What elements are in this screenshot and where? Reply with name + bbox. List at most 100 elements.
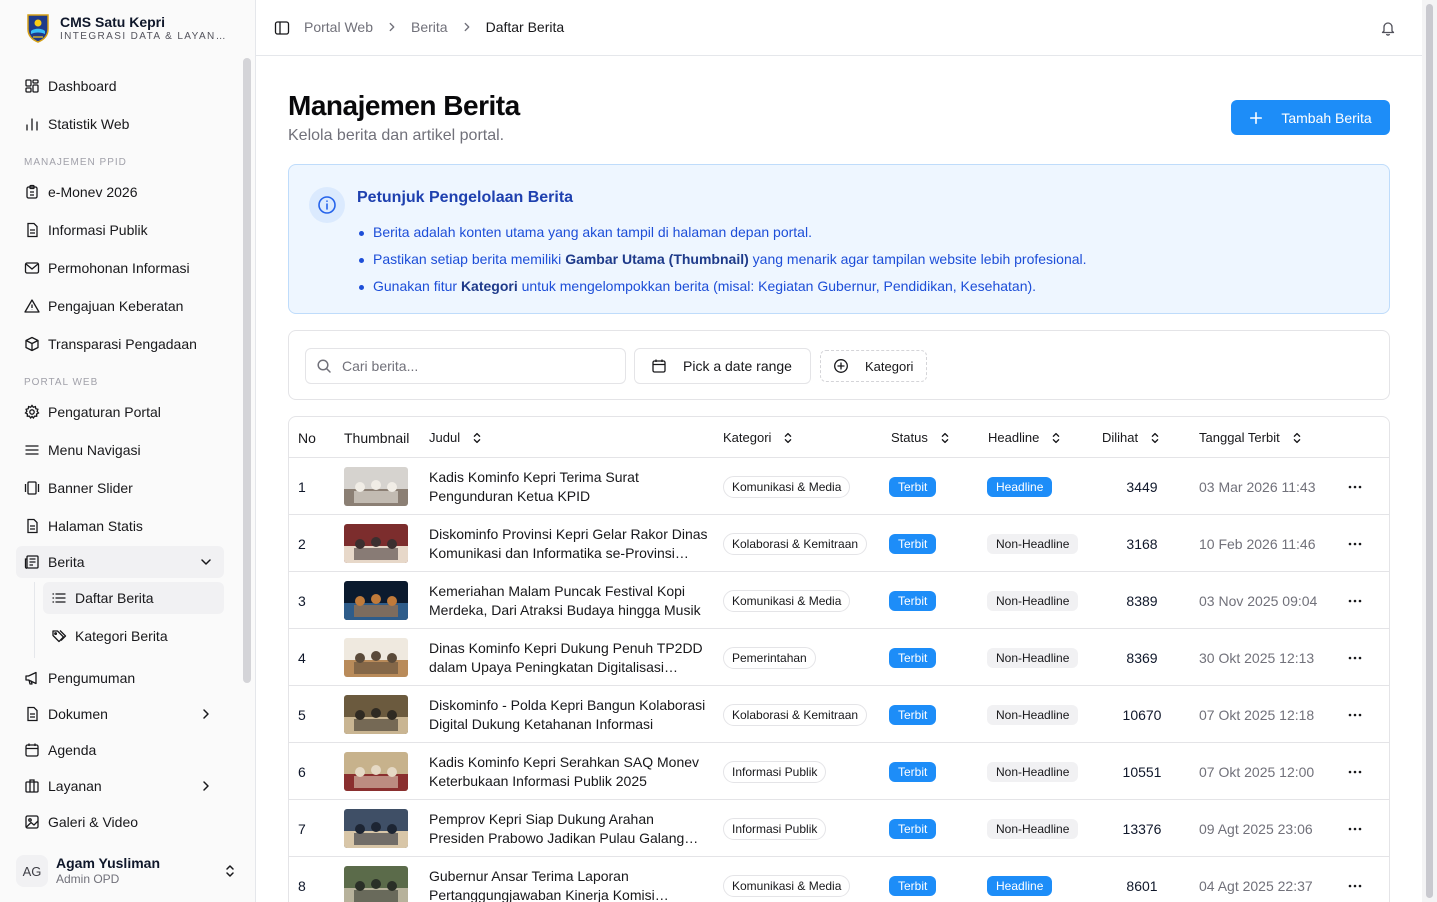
row-actions-button[interactable] — [1347, 800, 1363, 857]
cell-judul[interactable]: Diskominfo - Polda Kepri Bangun Kolabora… — [429, 686, 709, 743]
col-kategori[interactable]: Kategori — [723, 417, 795, 458]
sidebar-item-kategori-berita[interactable]: Kategori Berita — [43, 620, 224, 652]
cell-no: 2 — [298, 535, 306, 552]
row-actions-button[interactable] — [1347, 743, 1363, 800]
col-status[interactable]: Status — [891, 417, 952, 458]
sidebar-item-emonev[interactable]: e-Monev 2026 — [16, 176, 224, 208]
breadcrumb-portal-web[interactable]: Portal Web — [304, 19, 373, 35]
thumbnail-image[interactable] — [344, 752, 408, 791]
cell-judul[interactable]: Kadis Kominfo Kepri Serahkan SAQ Monev K… — [429, 743, 709, 800]
cell-judul[interactable]: Pemprov Kepri Siap Dukung Arahan Preside… — [429, 800, 709, 857]
sidebar-item-label: Permohonan Informasi — [48, 260, 190, 276]
sidebar-item-dashboard[interactable]: Dashboard — [16, 70, 224, 102]
search-input[interactable] — [342, 358, 612, 374]
kategori-filter-button[interactable]: Kategori — [820, 350, 927, 382]
chevron-down-icon — [201, 559, 211, 565]
cell-headline: Non-Headline — [987, 743, 1079, 800]
sidebar-item-berita[interactable]: Berita — [16, 546, 224, 578]
row-actions-button[interactable] — [1347, 458, 1363, 515]
table-row[interactable]: 8 Gubernur Ansar Terima Laporan Pertanggu… — [289, 857, 1389, 902]
dashboard-icon — [25, 79, 39, 93]
row-actions-button[interactable] — [1347, 857, 1363, 902]
table-row[interactable]: 2 Diskominfo Provinsi Kepri Gelar Rakor D… — [289, 515, 1389, 572]
breadcrumb: Portal Web Berita Daftar Berita — [304, 19, 564, 35]
search-box[interactable] — [305, 348, 626, 384]
row-actions-button[interactable] — [1347, 515, 1363, 572]
cell-judul[interactable]: Gubernur Ansar Terima Laporan Pertanggun… — [429, 857, 709, 902]
table-row[interactable]: 6 Kadis Kominfo Kepri Serahkan SAQ Monev … — [289, 743, 1389, 800]
table-row[interactable]: 4 Dinas Kominfo Kepri Dukung Penuh TP2DD … — [289, 629, 1389, 686]
cell-judul[interactable]: Diskominfo Provinsi Kepri Gelar Rakor Di… — [429, 515, 709, 572]
image-icon — [25, 815, 39, 829]
add-berita-button[interactable]: Tambah Berita — [1231, 100, 1390, 135]
page-scrollbar-thumb[interactable] — [1426, 4, 1433, 898]
cell-judul[interactable]: Dinas Kominfo Kepri Dukung Penuh TP2DD d… — [429, 629, 709, 686]
cell-headline: Headline — [987, 857, 1053, 902]
sidebar-item-label: Agenda — [48, 742, 97, 758]
sidebar-item-statistik[interactable]: Statistik Web — [16, 108, 224, 140]
sidebar-item-layanan[interactable]: Layanan — [16, 770, 224, 802]
sidebar-item-transparasi[interactable]: Transparasi Pengadaan — [16, 328, 224, 360]
date-range-button[interactable]: Pick a date range — [634, 348, 811, 384]
thumbnail-image[interactable] — [344, 866, 408, 902]
status-badge: Terbit — [889, 704, 937, 725]
thumbnail-image[interactable] — [344, 581, 408, 620]
thumbnail-image[interactable] — [344, 638, 408, 677]
row-actions-button[interactable] — [1347, 629, 1363, 686]
col-tanggal[interactable]: Tanggal Terbit — [1199, 417, 1304, 458]
table-row[interactable]: 3 Kemeriahan Malam Puncak Festival Kopi M… — [289, 572, 1389, 629]
sidebar-item-dokumen[interactable]: Dokumen — [16, 698, 224, 730]
cell-headline: Non-Headline — [987, 515, 1079, 572]
sidebar-item-galeri[interactable]: Galeri & Video — [16, 806, 224, 838]
cell-judul[interactable]: Kemeriahan Malam Puncak Festival Kopi Me… — [429, 572, 709, 629]
berita-table: No Thumbnail Judul Kategori Status Headl… — [288, 416, 1390, 902]
col-dilihat[interactable]: Dilihat — [1102, 417, 1162, 458]
row-actions-button[interactable] — [1347, 686, 1363, 743]
thumbnail-image[interactable] — [344, 467, 408, 506]
cell-tanggal: 04 Agt 2025 22:37 — [1199, 877, 1313, 894]
sidebar-item-permohonan[interactable]: Permohonan Informasi — [16, 252, 224, 284]
table-row[interactable]: 7 Pemprov Kepri Siap Dukung Arahan Presid… — [289, 800, 1389, 857]
thumbnail-image[interactable] — [344, 524, 408, 563]
page-scrollbar[interactable] — [1422, 0, 1437, 902]
col-headline[interactable]: Headline — [988, 417, 1063, 458]
search-icon — [317, 359, 331, 373]
brand[interactable]: CMS Satu Kepri INTEGRASI DATA & LAYANAN — [16, 10, 236, 46]
cell-kategori: Komunikasi & Media — [723, 572, 851, 629]
sidebar-item-banner[interactable]: Banner Slider — [16, 472, 224, 504]
table-row[interactable]: 1 Kadis Kominfo Kepri Terima Surat Pengun… — [289, 458, 1389, 515]
thumbnail-image[interactable] — [344, 695, 408, 734]
bell-icon[interactable] — [1380, 20, 1396, 36]
section-label-ppid: MANAJEMEN PPID — [24, 157, 127, 168]
sidebar-item-halaman-statis[interactable]: Halaman Statis — [16, 510, 224, 542]
table-row[interactable]: 5 Diskominfo - Polda Kepri Bangun Kolabor… — [289, 686, 1389, 743]
sidebar-toggle-icon[interactable] — [274, 20, 290, 36]
sidebar-item-label: Berita — [48, 554, 85, 570]
cell-dilihat: 3168 — [1126, 535, 1158, 552]
status-badge: Terbit — [889, 647, 937, 668]
add-berita-label: Tambah Berita — [1281, 109, 1372, 126]
sidebar-item-label: Kategori Berita — [75, 628, 168, 644]
page-subtitle: Kelola berita dan artikel portal. — [288, 127, 505, 144]
plus-icon — [1250, 111, 1263, 124]
cell-kategori: Informasi Publik — [723, 743, 827, 800]
headline-badge: Non-Headline — [987, 704, 1079, 725]
cell-tanggal: 03 Nov 2025 09:04 — [1199, 592, 1318, 609]
sidebar-item-pengumuman[interactable]: Pengumuman — [16, 662, 224, 694]
col-judul[interactable]: Judul — [429, 417, 484, 458]
sidebar-item-keberatan[interactable]: Pengajuan Keberatan — [16, 290, 224, 322]
breadcrumb-berita[interactable]: Berita — [411, 19, 448, 35]
sidebar-item-agenda[interactable]: Agenda — [16, 734, 224, 766]
sidebar-item-informasi-publik[interactable]: Informasi Publik — [16, 214, 224, 246]
cell-judul[interactable]: Kadis Kominfo Kepri Terima Surat Pengund… — [429, 458, 709, 515]
cell-headline: Non-Headline — [987, 572, 1079, 629]
sidebar-item-menu-navigasi[interactable]: Menu Navigasi — [16, 434, 224, 466]
sidebar-item-pengaturan[interactable]: Pengaturan Portal — [16, 396, 224, 428]
thumbnail-image[interactable] — [344, 809, 408, 848]
sidebar-scrollbar[interactable] — [243, 58, 251, 683]
cell-thumbnail — [344, 800, 408, 857]
sidebar-item-daftar-berita[interactable]: Daftar Berita — [43, 582, 224, 614]
user-menu[interactable]: AG Agam Yusliman Admin OPD — [16, 848, 244, 894]
package-icon — [25, 336, 39, 352]
row-actions-button[interactable] — [1347, 572, 1363, 629]
